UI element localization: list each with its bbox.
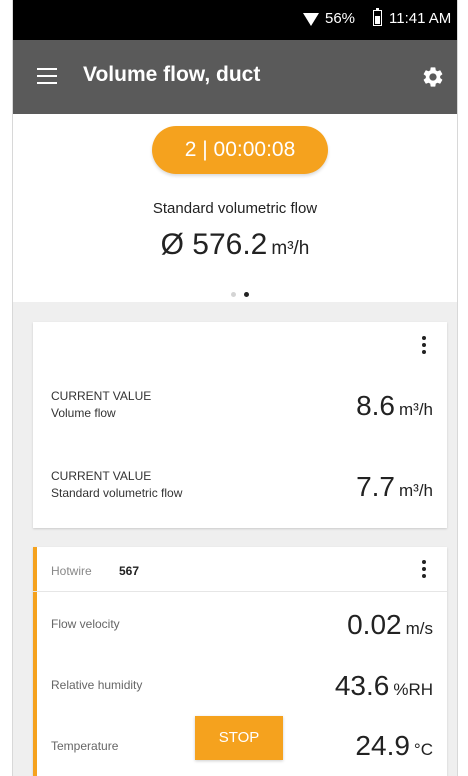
current-standard-flow-value: 7.7 m³/h [356,471,433,503]
relative-humidity-value: 43.6 %RH [335,670,433,702]
page-title: Volume flow, duct [83,63,261,86]
app-bar: Volume flow, duct [13,40,457,114]
current-value-caption: CURRENT VALUE [51,469,152,483]
flow-velocity-value: 0.02 m/s [347,609,433,641]
flow-velocity-label: Flow velocity [51,617,120,631]
more-options-icon[interactable] [422,336,426,354]
probe-type: Hotwire [51,564,92,578]
current-values-card: CURRENT VALUE Volume flow 8.6 m³/h CURREN… [33,322,447,528]
humidity-unit: %RH [393,680,433,699]
battery-icon [373,8,382,26]
measurement-timer: 2 | 00:00:08 [152,126,328,174]
temperature-unit: °C [413,740,433,759]
stop-button[interactable]: STOP [195,716,283,760]
volume-flow-unit: m³/h [399,400,433,419]
more-options-icon[interactable] [422,560,426,578]
average-value-number: Ø 576.2 [160,228,268,261]
current-volume-flow-label: CURRENT VALUE Volume flow [51,388,151,422]
flow-velocity-unit: m/s [405,619,433,638]
hamburger-menu-icon[interactable] [37,68,57,84]
relative-humidity-label: Relative humidity [51,678,143,692]
clock: 11:41 AM [389,10,452,27]
page-indicator[interactable] [227,284,253,302]
status-bar: 56% 11:41 AM [13,0,457,40]
wifi-icon [303,13,319,26]
current-volume-flow-value: 8.6 m³/h [356,390,433,422]
average-value: Ø 576.2 m³/h [13,228,457,262]
standard-flow-unit: m³/h [399,481,433,500]
page-dot-1[interactable] [231,292,236,297]
current-standard-flow-label: CURRENT VALUE Standard volumetric flow [51,468,182,502]
summary-label: Standard volumetric flow [152,200,318,217]
flow-velocity-number: 0.02 [347,609,402,640]
temperature-value: 24.9 °C [355,730,433,762]
probe-id: 567 [119,564,140,578]
probe-header: Hotwire 567 [33,547,447,592]
standard-flow-label: Standard volumetric flow [51,486,183,500]
average-value-unit: m³/h [271,238,310,259]
page-dot-2[interactable] [244,292,249,297]
device-screen: 56% 11:41 AM Volume flow, duct 2 | 00:00… [12,0,458,776]
volume-flow-label: Volume flow [51,406,116,420]
temperature-label: Temperature [51,739,119,753]
volume-flow-number: 8.6 [356,390,395,421]
battery-percentage: 56% [325,10,356,27]
temperature-number: 24.9 [355,730,410,761]
current-value-caption: CURRENT VALUE [51,389,152,403]
standard-flow-number: 7.7 [356,471,395,502]
gear-icon[interactable] [421,65,445,89]
probe-card: Hotwire 567 Flow velocity 0.02 m/s Relati… [33,547,447,776]
summary-panel: 2 | 00:00:08 Standard volumetric flow Ø … [13,114,457,302]
humidity-number: 43.6 [334,670,390,701]
